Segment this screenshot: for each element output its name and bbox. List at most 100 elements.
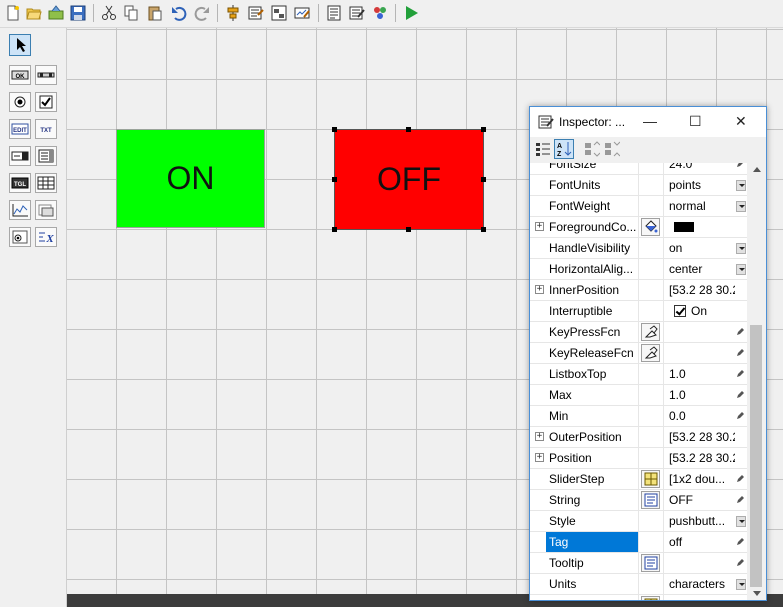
property-value[interactable] xyxy=(669,553,735,573)
categorized-view-icon[interactable] xyxy=(533,139,553,159)
resize-handle[interactable] xyxy=(332,177,337,182)
slider-tool[interactable] xyxy=(35,65,57,85)
property-value[interactable]: center xyxy=(669,259,735,279)
property-value[interactable] xyxy=(669,595,735,600)
scroll-up-arrow[interactable] xyxy=(753,167,761,172)
property-value[interactable] xyxy=(669,343,735,363)
inspector-title-bar[interactable]: Inspector: ... — ☐ ✕ xyxy=(530,107,766,137)
button-group-tool[interactable] xyxy=(9,227,31,247)
activex-tool[interactable]: X xyxy=(35,227,57,247)
pencil-icon[interactable] xyxy=(736,412,744,420)
scroll-down-arrow[interactable] xyxy=(753,591,761,596)
property-row[interactable]: HorizontalAlig... center xyxy=(530,259,747,280)
run-icon[interactable] xyxy=(401,3,421,23)
checkbox-tool[interactable] xyxy=(35,92,57,112)
pencil-icon[interactable] xyxy=(736,496,744,504)
property-row[interactable]: FontSize 24.0 xyxy=(530,163,747,175)
off-button[interactable]: OFF xyxy=(334,129,484,230)
collapse-all-icon[interactable] xyxy=(602,139,622,159)
text-lines-icon[interactable] xyxy=(641,554,660,572)
scroll-thumb[interactable] xyxy=(750,325,762,587)
property-value[interactable] xyxy=(669,322,735,342)
property-row[interactable]: Interruptible On xyxy=(530,301,747,322)
cut-icon[interactable] xyxy=(99,3,119,23)
property-row[interactable]: KeyPressFcn xyxy=(530,322,747,343)
pencil-icon[interactable] xyxy=(736,475,744,483)
edit-text-tool[interactable]: EDIT xyxy=(9,119,31,139)
resize-handle[interactable] xyxy=(406,127,411,132)
property-row[interactable]: String OFF xyxy=(530,490,747,511)
property-row[interactable]: FontUnits points xyxy=(530,175,747,196)
property-row[interactable]: ListboxTop 1.0 xyxy=(530,364,747,385)
close-button[interactable]: ✕ xyxy=(735,113,747,130)
property-row[interactable]: + OuterPosition [53.2 28 30.2 ... xyxy=(530,427,747,448)
maximize-button[interactable]: ☐ xyxy=(689,113,702,130)
array-icon[interactable] xyxy=(641,596,660,600)
property-value[interactable]: [53.2 28 30.2 ... xyxy=(669,280,735,300)
static-text-tool[interactable]: TXT xyxy=(35,119,57,139)
property-row[interactable]: Tooltip xyxy=(530,553,747,574)
pencil-icon[interactable] xyxy=(736,370,744,378)
select-tool[interactable] xyxy=(9,34,31,56)
dropdown-arrow-icon[interactable] xyxy=(736,516,746,527)
function-icon[interactable] xyxy=(641,323,660,341)
panel-tool[interactable] xyxy=(35,200,57,220)
open-folder-icon[interactable] xyxy=(24,3,44,23)
editor-icon[interactable] xyxy=(324,3,344,23)
property-value[interactable]: OFF xyxy=(669,490,735,510)
property-value[interactable]: 1.0 xyxy=(669,385,735,405)
property-value[interactable]: normal xyxy=(669,196,735,216)
interruptible-checkbox[interactable] xyxy=(674,305,686,317)
property-row[interactable]: KeyReleaseFcn xyxy=(530,343,747,364)
property-value[interactable]: characters xyxy=(669,574,735,594)
property-row[interactable]: + Position [53.2 28 30.2 ... xyxy=(530,448,747,469)
property-scrollbar[interactable] xyxy=(747,163,766,600)
tab-order-icon[interactable] xyxy=(269,3,289,23)
property-row[interactable]: SliderStep [1x2 dou... xyxy=(530,469,747,490)
align-icon[interactable] xyxy=(223,3,243,23)
property-row[interactable]: FontWeight normal xyxy=(530,196,747,217)
on-button[interactable]: ON xyxy=(116,129,265,228)
expand-icon[interactable]: + xyxy=(535,453,544,462)
dropdown-arrow-icon[interactable] xyxy=(736,180,746,191)
pencil-icon[interactable] xyxy=(736,163,744,168)
property-value[interactable]: 24.0 xyxy=(669,163,735,174)
resize-handle[interactable] xyxy=(332,227,337,232)
table-tool[interactable] xyxy=(35,173,57,193)
expand-icon[interactable]: + xyxy=(535,285,544,294)
copy-icon[interactable] xyxy=(121,3,141,23)
color-swatch[interactable] xyxy=(674,222,694,232)
dropdown-arrow-icon[interactable] xyxy=(736,264,746,275)
resize-handle[interactable] xyxy=(481,177,486,182)
pencil-icon[interactable] xyxy=(736,328,744,336)
property-value[interactable]: [53.2 28 30.2 ... xyxy=(669,427,735,447)
paint-bucket-icon[interactable] xyxy=(641,218,660,236)
object-browser-icon[interactable] xyxy=(370,3,390,23)
sort-alphabetical-icon[interactable]: AZ xyxy=(554,139,574,159)
minimize-button[interactable]: — xyxy=(643,113,657,129)
resize-handle[interactable] xyxy=(481,127,486,132)
expand-icon[interactable]: + xyxy=(535,222,544,231)
property-value[interactable]: off xyxy=(669,532,735,552)
open-recent-icon[interactable] xyxy=(46,3,66,23)
toggle-button-tool[interactable]: TGL xyxy=(9,173,31,193)
listbox-tool[interactable] xyxy=(35,146,57,166)
property-row[interactable]: Min 0.0 xyxy=(530,406,747,427)
resize-handle[interactable] xyxy=(332,127,337,132)
dropdown-arrow-icon[interactable] xyxy=(736,243,746,254)
pencil-icon[interactable] xyxy=(736,538,744,546)
property-row[interactable]: HandleVisibility on xyxy=(530,238,747,259)
expand-icon[interactable]: + xyxy=(535,432,544,441)
save-icon[interactable] xyxy=(68,3,88,23)
property-value[interactable]: pushbutt... xyxy=(669,511,735,531)
property-row[interactable]: Style pushbutt... xyxy=(530,511,747,532)
text-lines-icon[interactable] xyxy=(641,491,660,509)
expand-all-icon[interactable] xyxy=(582,139,602,159)
menu-editor-icon[interactable] xyxy=(246,3,266,23)
redo-icon[interactable] xyxy=(192,3,212,23)
property-row[interactable]: + ForegroundCo... xyxy=(530,217,747,238)
popup-menu-tool[interactable] xyxy=(9,146,31,166)
pencil-icon[interactable] xyxy=(736,349,744,357)
resize-handle[interactable] xyxy=(481,227,486,232)
undo-icon[interactable] xyxy=(169,3,189,23)
